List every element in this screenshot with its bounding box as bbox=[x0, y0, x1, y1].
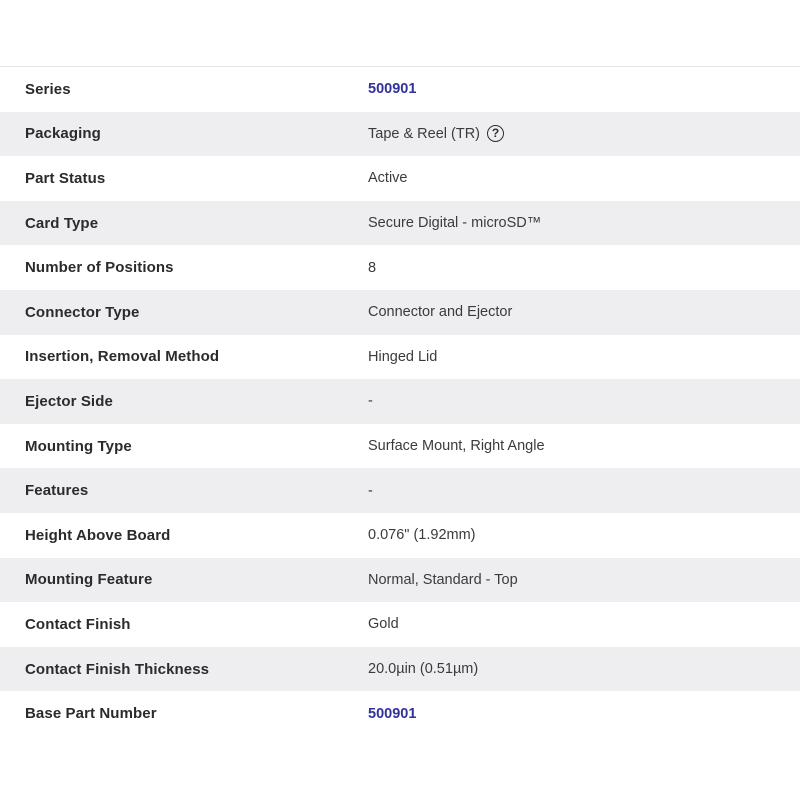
spec-value-wrapper: Secure Digital - microSD™ bbox=[368, 215, 541, 231]
specifications-table-body: Series 500901 Packaging Tape & Reel (TR)? Pa… bbox=[0, 67, 800, 736]
spec-value-wrapper: Hinged Lid bbox=[368, 349, 437, 365]
spec-value-cell: - bbox=[365, 468, 800, 513]
spec-value-cell: 0.076" (1.92mm) bbox=[365, 513, 800, 558]
spec-label: Connector Type bbox=[25, 303, 140, 321]
spec-value-text: - bbox=[368, 393, 373, 410]
spec-label: Contact Finish Thickness bbox=[25, 660, 210, 678]
table-row: Contact Finish Thickness 20.0µin (0.51µm) bbox=[0, 646, 800, 692]
spec-value-text: Gold bbox=[368, 616, 399, 633]
spec-value-wrapper: Tape & Reel (TR)? bbox=[368, 125, 505, 143]
spec-value-wrapper: Normal, Standard - Top bbox=[368, 572, 518, 588]
table-row: Contact Finish Gold bbox=[0, 602, 800, 647]
spec-label: Insertion, Removal Method bbox=[25, 348, 220, 366]
table-row: Base Part Number 500901 bbox=[0, 691, 800, 736]
spec-value-text: 8 bbox=[368, 259, 377, 276]
table-row: Mounting Feature Normal, Standard - Top bbox=[0, 557, 800, 603]
spec-label: Ejector Side bbox=[25, 392, 113, 410]
spec-value-cell: Normal, Standard - Top bbox=[365, 558, 800, 603]
spec-label: Base Part Number bbox=[25, 705, 157, 723]
spec-value-text: Normal, Standard - Top bbox=[368, 571, 518, 588]
table-row: Packaging Tape & Reel (TR)? bbox=[0, 111, 800, 157]
spec-value-cell: 500901 bbox=[365, 67, 800, 112]
spec-value-wrapper: 500901 bbox=[368, 81, 416, 97]
spec-value-wrapper: - bbox=[368, 393, 373, 409]
spec-value-text: - bbox=[368, 482, 373, 499]
spec-label: Series bbox=[25, 80, 71, 98]
spec-label: Features bbox=[25, 482, 89, 500]
spec-value-text: Hinged Lid bbox=[368, 348, 438, 365]
spec-value-text: 20.0µin (0.51µm) bbox=[368, 661, 479, 678]
spec-value-wrapper: Connector and Ejector bbox=[368, 304, 512, 320]
table-row: Number of Positions 8 bbox=[0, 245, 800, 290]
spec-value-link[interactable]: 500901 bbox=[368, 706, 416, 722]
table-row: Ejector Side - bbox=[0, 379, 800, 424]
spec-value-text: Connector and Ejector bbox=[368, 304, 513, 321]
spec-label: Contact Finish bbox=[25, 615, 131, 633]
product-specification-panel: Series 500901 Packaging Tape & Reel (TR)? Pa… bbox=[0, 0, 800, 800]
spec-value-wrapper: 500901 bbox=[368, 706, 416, 722]
table-row: Connector Type Connector and Ejector bbox=[0, 289, 800, 335]
spec-value-wrapper: 8 bbox=[368, 260, 376, 276]
spec-label: Height Above Board bbox=[25, 526, 171, 544]
spec-value-wrapper: Surface Mount, Right Angle bbox=[368, 438, 545, 454]
spec-value-text: Secure Digital - microSD™ bbox=[368, 215, 542, 232]
spec-label: Mounting Type bbox=[25, 437, 132, 455]
spec-label: Part Status bbox=[25, 169, 106, 187]
table-row: Card Type Secure Digital - microSD™ bbox=[0, 200, 800, 246]
spec-label: Packaging bbox=[25, 125, 101, 143]
spec-value-wrapper: 20.0µin (0.51µm) bbox=[368, 661, 478, 677]
spec-value-cell: Gold bbox=[365, 602, 800, 647]
spec-value-cell: 500901 bbox=[365, 691, 800, 736]
spec-value-cell: 20.0µin (0.51µm) bbox=[365, 647, 800, 692]
table-row: Height Above Board 0.076" (1.92mm) bbox=[0, 512, 800, 558]
spec-value-cell: 8 bbox=[365, 245, 800, 290]
spec-value-cell: Connector and Ejector bbox=[365, 290, 800, 335]
table-row: Features - bbox=[0, 468, 800, 513]
spec-value-cell: Hinged Lid bbox=[365, 335, 800, 380]
spec-value-link[interactable]: 500901 bbox=[368, 81, 416, 97]
specifications-table: Series 500901 Packaging Tape & Reel (TR)? Pa… bbox=[0, 67, 800, 736]
spec-value-text: 0.076" (1.92mm) bbox=[368, 527, 476, 544]
table-row: Part Status Active bbox=[0, 156, 800, 201]
table-row: Mounting Type Surface Mount, Right Angle bbox=[0, 423, 800, 469]
help-question-glyph: ? bbox=[491, 126, 500, 141]
spec-value-cell: Surface Mount, Right Angle bbox=[365, 424, 800, 469]
spec-value-wrapper: - bbox=[368, 483, 373, 499]
spec-value-text: Active bbox=[368, 170, 408, 187]
spec-label: Number of Positions bbox=[25, 259, 174, 277]
help-question-icon[interactable]: ? bbox=[487, 125, 505, 143]
spec-label: Card Type bbox=[25, 214, 99, 232]
spec-value-wrapper: Gold bbox=[368, 616, 399, 632]
spec-value-text: Surface Mount, Right Angle bbox=[368, 438, 545, 455]
spec-value-wrapper: Active bbox=[368, 170, 408, 186]
table-row: Series 500901 bbox=[0, 67, 800, 112]
spec-label: Mounting Feature bbox=[25, 571, 153, 589]
spec-value-text: Tape & Reel (TR) bbox=[368, 125, 481, 142]
spec-value-wrapper: 0.076" (1.92mm) bbox=[368, 527, 476, 543]
table-row: Insertion, Removal Method Hinged Lid bbox=[0, 334, 800, 380]
spec-value-cell: Tape & Reel (TR)? bbox=[365, 112, 800, 157]
spec-value-cell: Secure Digital - microSD™ bbox=[365, 201, 800, 246]
spec-value-cell: Active bbox=[365, 156, 800, 201]
spec-value-cell: - bbox=[365, 379, 800, 424]
